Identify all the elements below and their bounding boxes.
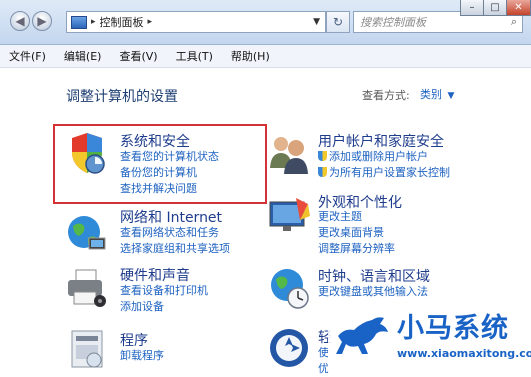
menu-edit[interactable]: 编辑(E) xyxy=(55,48,111,64)
breadcrumb-control-panel[interactable]: 控制面板 xyxy=(100,14,144,30)
view-by-dropdown[interactable]: 类别 ▼ xyxy=(420,86,454,102)
back-button[interactable]: ◀ xyxy=(10,11,30,31)
maximize-icon: □ xyxy=(490,2,500,13)
search-placeholder: 搜索控制面板 xyxy=(360,16,426,29)
link-add-remove-accounts[interactable]: 添加或删除用户帐户 xyxy=(318,149,428,165)
link-uninstall-program[interactable]: 卸载程序 xyxy=(120,348,164,364)
ease-of-access-icon[interactable] xyxy=(266,325,312,371)
printer-icon[interactable] xyxy=(64,264,110,310)
link-view-network-status[interactable]: 查看网络状态和任务 xyxy=(120,225,219,241)
link-change-desktop-background[interactable]: 更改桌面背景 xyxy=(318,225,384,241)
link-change-keyboard[interactable]: 更改键盘或其他输入法 xyxy=(318,284,428,300)
category-hardware-sound[interactable]: 硬件和声音 xyxy=(120,265,190,285)
programs-icon[interactable] xyxy=(64,325,110,371)
view-by-value: 类别 xyxy=(420,88,442,101)
link-parental-controls[interactable]: 为所有用户设置家长控制 xyxy=(318,165,450,181)
refresh-icon: ↻ xyxy=(332,15,344,29)
chevron-down-icon: ▼ xyxy=(447,91,455,101)
watermark-url: www.xiaomaxitong.com xyxy=(397,347,531,360)
link-add-device[interactable]: 添加设备 xyxy=(120,299,164,315)
control-panel-icon xyxy=(71,15,87,29)
watermark-title: 小马系统 xyxy=(397,313,509,344)
category-user-accounts[interactable]: 用户帐户和家庭安全 xyxy=(318,131,444,151)
category-programs[interactable]: 程序 xyxy=(120,330,148,350)
uac-shield-icon xyxy=(318,167,327,177)
appearance-icon[interactable] xyxy=(266,192,312,238)
users-icon[interactable] xyxy=(266,130,312,176)
link-homegroup-sharing[interactable]: 选择家庭组和共享选项 xyxy=(120,241,230,257)
address-bar[interactable]: ▸ 控制面板 ▸ ▼ xyxy=(66,11,326,33)
menu-view[interactable]: 查看(V) xyxy=(110,48,166,64)
breadcrumb-separator-icon[interactable]: ▸ xyxy=(148,17,153,27)
refresh-button[interactable]: ↻ xyxy=(326,11,350,33)
minimize-button[interactable]: – xyxy=(460,0,484,16)
highlight-box xyxy=(53,124,267,204)
forward-button[interactable]: ▶ xyxy=(32,11,52,31)
menu-file[interactable]: 文件(F) xyxy=(0,48,55,64)
link-label: 添加或删除用户帐户 xyxy=(329,150,428,163)
clock-globe-icon[interactable] xyxy=(266,265,312,311)
minimize-icon: – xyxy=(469,2,475,13)
category-clock-language-region[interactable]: 时钟、语言和区域 xyxy=(318,266,430,286)
breadcrumb-separator-icon[interactable]: ▸ xyxy=(91,17,96,27)
category-network-internet[interactable]: 网络和 Internet xyxy=(120,207,222,227)
search-icon[interactable]: ⌕ xyxy=(511,15,517,29)
page-title: 调整计算机的设置 xyxy=(66,89,178,105)
link-adjust-resolution[interactable]: 调整屏幕分辨率 xyxy=(318,241,395,257)
link-change-theme[interactable]: 更改主题 xyxy=(318,209,362,225)
link-label: 为所有用户设置家长控制 xyxy=(329,166,450,179)
network-globe-icon[interactable] xyxy=(64,208,110,254)
close-icon: ✕ xyxy=(514,2,523,13)
menu-help[interactable]: 帮助(H) xyxy=(222,48,279,64)
menu-bar: 文件(F) 编辑(E) 查看(V) 工具(T) 帮助(H) xyxy=(0,45,531,68)
maximize-button[interactable]: □ xyxy=(483,0,507,16)
link-devices-printers[interactable]: 查看设备和打印机 xyxy=(120,283,208,299)
close-button[interactable]: ✕ xyxy=(506,0,531,16)
uac-shield-icon xyxy=(318,151,327,161)
horse-logo-icon xyxy=(334,308,392,360)
address-dropdown-icon[interactable]: ▼ xyxy=(313,17,320,27)
menu-tools[interactable]: 工具(T) xyxy=(167,48,222,64)
view-by-label: 查看方式: xyxy=(362,89,410,102)
